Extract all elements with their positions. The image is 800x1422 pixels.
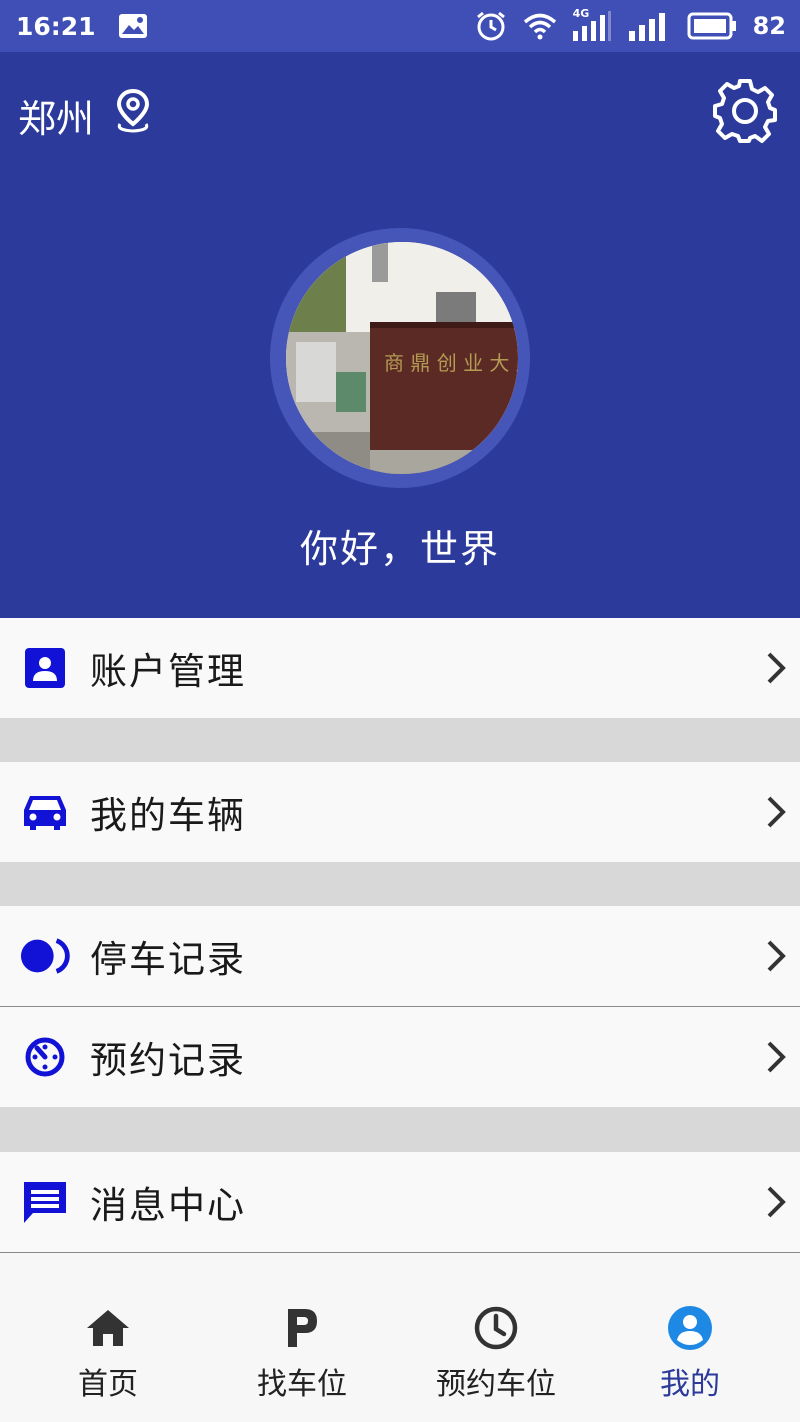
greeting-text: 你好，世界	[299, 527, 500, 571]
home-icon	[83, 1303, 133, 1353]
location-pin-icon	[114, 88, 152, 143]
chevron-right-icon	[767, 1186, 786, 1218]
svg-text:商 鼎 创 业 大 厦: 商 鼎 创 业 大 厦	[384, 351, 518, 375]
menu-item-vehicles[interactable]: 我的车辆	[0, 762, 800, 862]
signal-4g-icon: 4G	[572, 7, 613, 41]
menu-item-messages[interactable]: 消息中心	[0, 1152, 800, 1252]
menu-label: 账户管理	[90, 650, 246, 693]
nav-tab-home[interactable]: 首页	[48, 1253, 168, 1422]
city-name: 郑州	[18, 97, 95, 141]
status-time: 16:21	[16, 11, 96, 41]
menu-item-account[interactable]: 账户管理	[0, 618, 800, 718]
battery-icon	[687, 12, 737, 40]
menu-item-parking-records[interactable]: 停车记录	[0, 906, 800, 1006]
menu-label: 预约记录	[90, 1039, 246, 1082]
chevron-right-icon	[767, 940, 786, 972]
wifi-icon	[523, 12, 557, 40]
menu-label: 停车记录	[90, 938, 246, 981]
account-card-icon	[20, 643, 70, 693]
menu-label: 我的车辆	[90, 794, 246, 837]
status-bar: 16:21 4G 82	[0, 0, 800, 52]
nav-tab-mine[interactable]: 我的	[630, 1253, 750, 1422]
nav-label: 预约车位	[436, 1367, 556, 1402]
city-selector[interactable]: 郑州	[18, 88, 152, 143]
section-gap	[0, 718, 800, 762]
alarm-icon	[475, 10, 507, 42]
settings-button[interactable]	[712, 78, 778, 144]
timer-icon	[20, 1032, 70, 1082]
menu-label: 消息中心	[90, 1184, 246, 1227]
nav-tab-find-parking[interactable]: 找车位	[242, 1253, 362, 1422]
gear-icon	[713, 79, 777, 143]
section-gap	[0, 1107, 800, 1152]
parking-p-icon	[277, 1303, 327, 1353]
section-gap	[0, 862, 800, 906]
bottom-navigation: 首页 找车位 预约车位 我的	[0, 1252, 800, 1422]
image-notification-icon	[118, 13, 148, 39]
avatar[interactable]: 商 鼎 创 业 大 厦	[286, 242, 518, 474]
menu-item-reservation-records[interactable]: 预约记录	[0, 1007, 800, 1107]
car-icon	[20, 787, 70, 837]
nav-tab-reserve-parking[interactable]: 预约车位	[426, 1253, 566, 1422]
message-icon	[20, 1177, 70, 1227]
signal-icon	[628, 11, 671, 41]
profile-header: 郑州 商 鼎 创 业 大 厦 你好，	[0, 52, 800, 618]
nav-label: 找车位	[257, 1367, 347, 1402]
chevron-right-icon	[767, 796, 786, 828]
nav-label: 我的	[660, 1367, 720, 1402]
chevron-right-icon	[767, 1041, 786, 1073]
nav-label: 首页	[78, 1367, 138, 1402]
chevron-right-icon	[767, 652, 786, 684]
parking-record-icon	[20, 931, 70, 981]
battery-level: 82	[752, 12, 786, 40]
clock-icon	[471, 1303, 521, 1353]
user-circle-icon	[665, 1303, 715, 1353]
